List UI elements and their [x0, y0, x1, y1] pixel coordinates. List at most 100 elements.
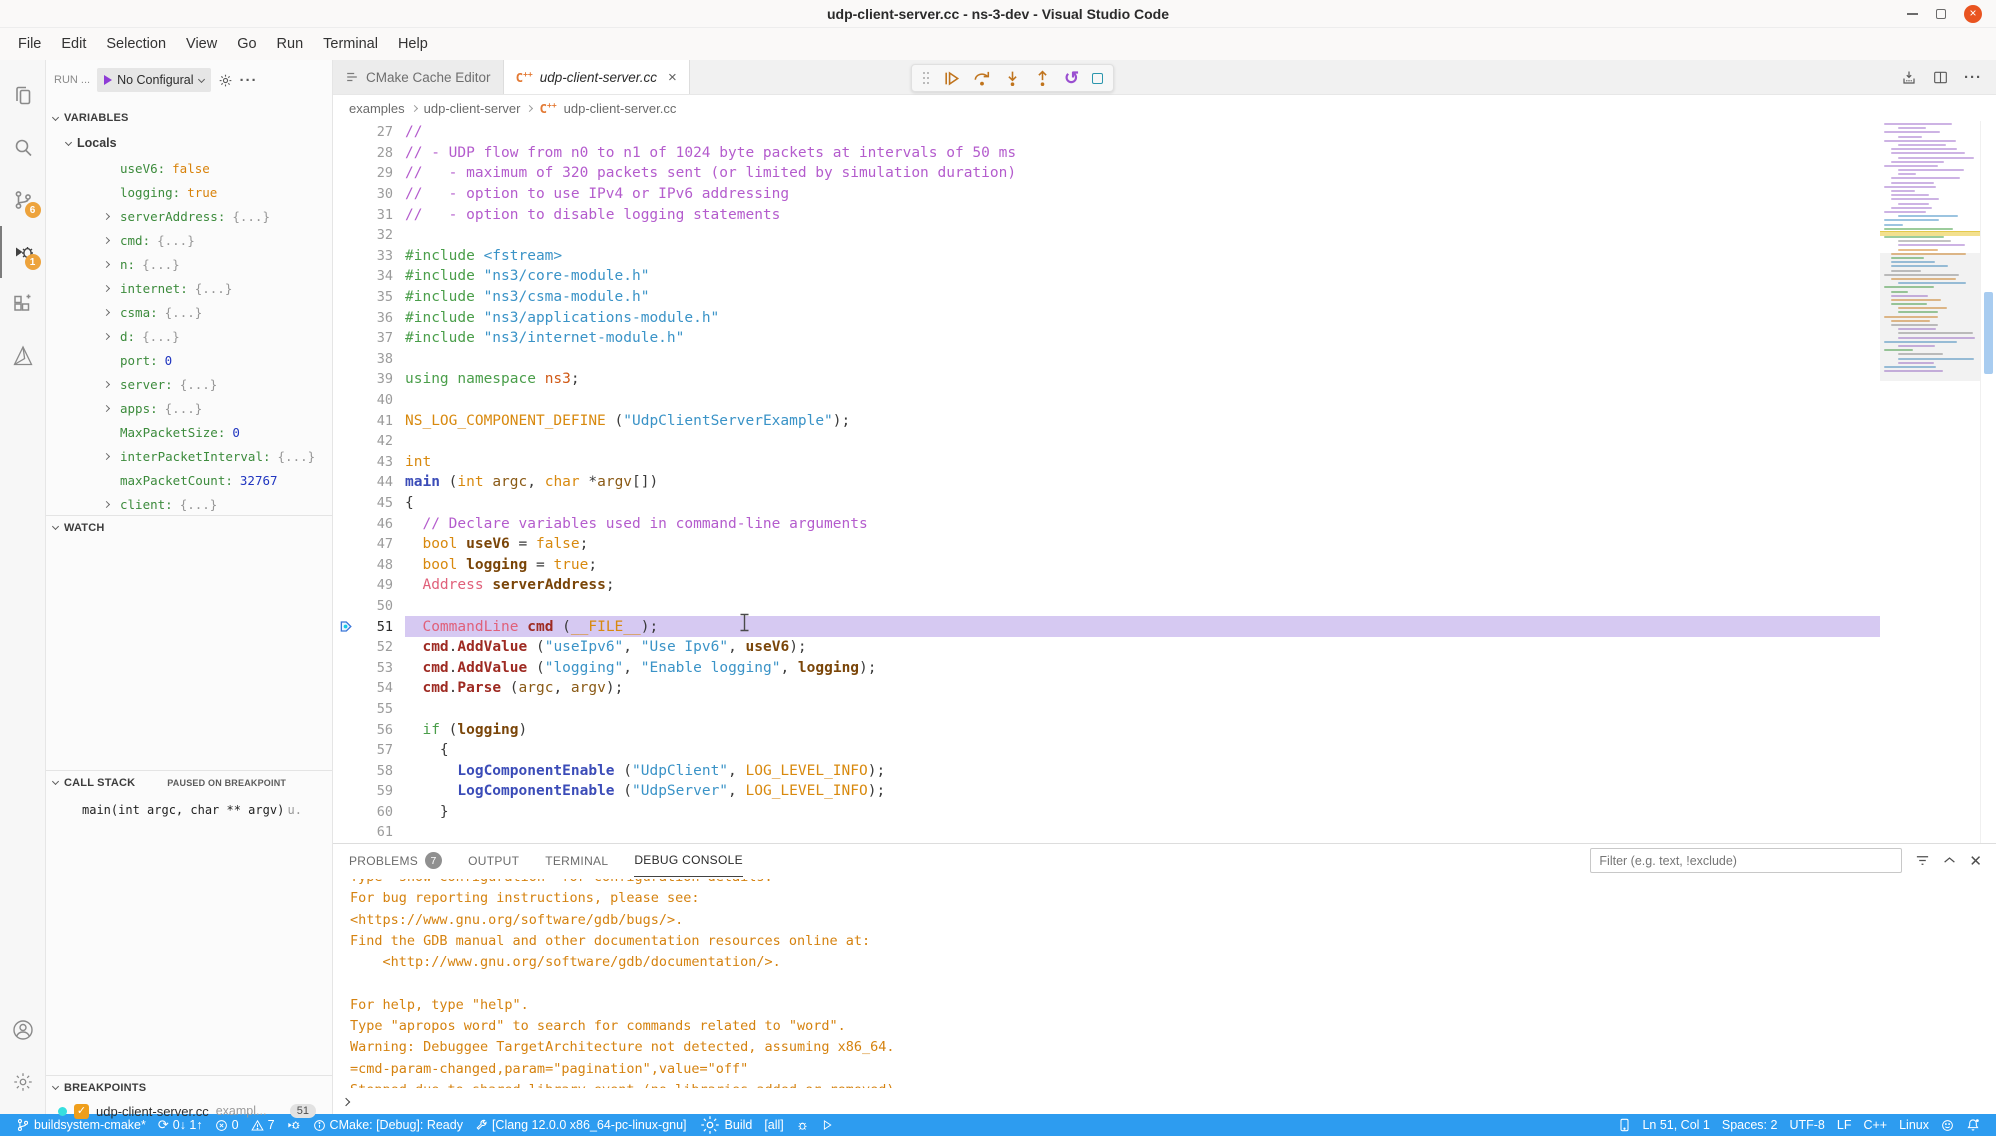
variable-row[interactable]: interPacketInterval:{...} [46, 444, 332, 468]
code-line[interactable]: 28// - UDP flow from n0 to n1 of 1024 by… [333, 143, 1880, 164]
download-icon[interactable] [1901, 70, 1917, 86]
activity-source-control[interactable]: 6 [0, 174, 46, 226]
more-icon[interactable]: ··· [1964, 69, 1982, 86]
breakpoints-section-header[interactable]: BREAKPOINTS [46, 1075, 332, 1099]
status-remote-indicator[interactable] [1613, 1114, 1636, 1136]
callstack-section-header[interactable]: CALL STACK PAUSED ON BREAKPOINT [46, 770, 332, 794]
variable-row[interactable]: client:{...} [46, 492, 332, 516]
activity-account[interactable] [0, 1004, 46, 1056]
code-line[interactable]: 38 [333, 349, 1880, 370]
code-line[interactable]: 58 LogComponentEnable ("UdpClient", LOG_… [333, 760, 1880, 781]
debug-config-dropdown[interactable]: No Configural [97, 68, 210, 92]
code-line[interactable]: 35#include "ns3/csma-module.h" [333, 287, 1880, 308]
variable-row[interactable]: server:{...} [46, 372, 332, 396]
status-feedback[interactable] [1935, 1114, 1960, 1136]
start-debugging-icon[interactable] [104, 75, 112, 85]
variable-row[interactable]: apps:{...} [46, 396, 332, 420]
code-line[interactable]: 34#include "ns3/core-module.h" [333, 266, 1880, 287]
variable-row[interactable]: maxPacketCount:32767 [46, 468, 332, 492]
menu-file[interactable]: File [8, 33, 51, 55]
code-line[interactable]: 33#include <fstream> [333, 246, 1880, 267]
code-line[interactable]: 44main (int argc, char *argv[]) [333, 472, 1880, 493]
code-line[interactable]: 42 [333, 431, 1880, 452]
close-tab-icon[interactable]: × [668, 69, 677, 86]
variable-row[interactable]: MaxPacketSize:0 [46, 420, 332, 444]
watch-section-header[interactable]: WATCH [46, 515, 332, 539]
status-encoding[interactable]: UTF-8 [1783, 1114, 1830, 1136]
menu-go[interactable]: Go [227, 33, 266, 55]
code-line[interactable]: 31// - option to disable logging stateme… [333, 204, 1880, 225]
step-into-button[interactable] [1004, 70, 1021, 87]
code-line[interactable]: 53 cmd.AddValue ("logging", "Enable logg… [333, 657, 1880, 678]
status-cmake-debug[interactable] [790, 1114, 815, 1136]
status-eol[interactable]: LF [1831, 1114, 1858, 1136]
activity-extensions[interactable] [0, 278, 46, 330]
activity-run-and-debug[interactable]: 1 [0, 226, 46, 278]
panel-tab-terminal[interactable]: TERMINAL [545, 844, 608, 877]
menu-edit[interactable]: Edit [51, 33, 96, 55]
code-line[interactable]: 61 [333, 822, 1880, 843]
breakpoint-row[interactable]: ✓ udp-client-server.cc exampl... 51 [46, 1099, 332, 1123]
status-cursor-position[interactable]: Ln 51, Col 1 [1636, 1114, 1715, 1136]
variable-row[interactable]: n:{...} [46, 252, 332, 276]
continue-button[interactable] [943, 70, 960, 87]
code-line[interactable]: 27// [333, 122, 1880, 143]
status-notifications[interactable] [1960, 1114, 1986, 1136]
code-line[interactable]: 32 [333, 225, 1880, 246]
code-line[interactable]: 60 } [333, 802, 1880, 823]
restart-button[interactable]: ↺ [1064, 71, 1079, 85]
code-line[interactable]: 46 // Declare variables used in command-… [333, 513, 1880, 534]
code-line[interactable]: 50 [333, 596, 1880, 617]
status-cmake-build[interactable]: Build [693, 1114, 759, 1136]
variable-row[interactable]: csma:{...} [46, 300, 332, 324]
filter-icon[interactable] [1915, 853, 1930, 868]
locals-scope[interactable]: Locals [66, 132, 117, 154]
code-line[interactable]: 51 CommandLine cmd (__FILE__); [333, 616, 1880, 637]
code-line[interactable]: 52 cmd.AddValue ("useIpv6", "Use Ipv6", … [333, 637, 1880, 658]
variable-row[interactable]: useV6:false [46, 156, 332, 180]
step-over-button[interactable] [973, 69, 991, 87]
variables-section-header[interactable]: VARIABLES [46, 106, 332, 130]
code-line[interactable]: 47 bool useV6 = false; [333, 534, 1880, 555]
status-cmake-run[interactable] [815, 1114, 839, 1136]
debug-gear-icon[interactable] [218, 73, 233, 88]
minimap-slider[interactable] [1880, 253, 1980, 381]
stack-frame[interactable]: main(int argc, char ** argv) u. [46, 798, 332, 822]
menu-selection[interactable]: Selection [96, 33, 176, 55]
variable-row[interactable]: d:{...} [46, 324, 332, 348]
status-language-mode[interactable]: C++ [1857, 1114, 1893, 1136]
code-line[interactable]: 55 [333, 699, 1880, 720]
panel-tab-output[interactable]: OUTPUT [468, 844, 519, 877]
variable-row[interactable]: port:0 [46, 348, 332, 372]
close-button[interactable]: × [1964, 5, 1982, 23]
variable-row[interactable]: cmd:{...} [46, 228, 332, 252]
code-line[interactable]: 36#include "ns3/applications-module.h" [333, 307, 1880, 328]
status-cmake-target[interactable]: [all] [758, 1114, 789, 1136]
activity-search[interactable] [0, 122, 46, 174]
code-line[interactable]: 30// - option to use IPv4 or IPv6 addres… [333, 184, 1880, 205]
code-area[interactable]: 27//28// - UDP flow from n0 to n1 of 102… [333, 121, 1880, 843]
menu-run[interactable]: Run [267, 33, 314, 55]
code-line[interactable]: 29// - maximum of 320 packets sent (or l… [333, 163, 1880, 184]
breadcrumb-item[interactable]: udp-client-server.cc [564, 101, 677, 116]
variable-row[interactable]: logging:true [46, 180, 332, 204]
variable-row[interactable]: internet:{...} [46, 276, 332, 300]
maximize-button[interactable] [1936, 9, 1946, 19]
code-line[interactable]: 59 LogComponentEnable ("UdpServer", LOG_… [333, 781, 1880, 802]
code-line[interactable]: 40 [333, 390, 1880, 411]
split-editor-icon[interactable] [1933, 70, 1948, 85]
code-line[interactable]: 37#include "ns3/internet-module.h" [333, 328, 1880, 349]
debug-console-output[interactable]: Type "show configuration" for configurat… [333, 879, 1996, 1088]
status-cmake-kit[interactable]: [Clang 12.0.0 x86_64-pc-linux-gnu] [469, 1114, 693, 1136]
code-line[interactable]: 43int [333, 452, 1880, 473]
menu-help[interactable]: Help [388, 33, 438, 55]
tab-cmake-cache-editor[interactable]: CMake Cache Editor [333, 60, 504, 94]
stop-button[interactable] [1092, 73, 1103, 84]
console-filter-input[interactable]: Filter (e.g. text, !exclude) [1590, 848, 1902, 873]
code-line[interactable]: 57 { [333, 740, 1880, 761]
code-line[interactable]: 54 cmd.Parse (argc, argv); [333, 678, 1880, 699]
breadcrumb-item[interactable]: examples [349, 101, 405, 116]
editor-scrollbar[interactable] [1980, 121, 1996, 843]
status-indentation[interactable]: Spaces: 2 [1716, 1114, 1784, 1136]
minimap[interactable] [1880, 121, 1980, 843]
